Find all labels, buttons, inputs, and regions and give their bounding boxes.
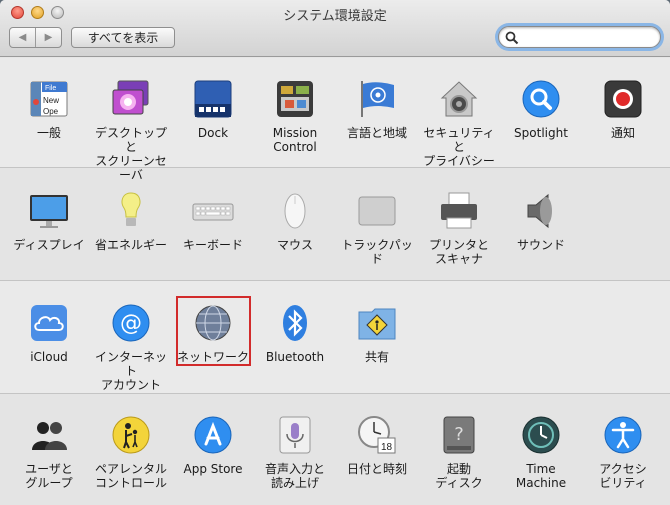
system-preferences-window: システム環境設定 ◀ ▶ すべてを表示 File New Ope 一般 デスクト… (0, 0, 670, 505)
svg-text:File: File (45, 85, 56, 92)
back-forward-control: ◀ ▶ (9, 27, 62, 48)
shared-folder-icon (356, 302, 398, 344)
pref-label: Dock (197, 126, 229, 140)
pref-desktop-screensaver[interactable]: デスクトップと スクリーンセーバ (90, 78, 172, 182)
search-field[interactable] (498, 26, 661, 48)
pref-label: インターネット アカウント (94, 350, 167, 392)
svg-text:18: 18 (381, 442, 393, 453)
pref-mouse[interactable]: マウス (254, 190, 336, 252)
pref-bluetooth[interactable]: Bluetooth (254, 302, 336, 364)
pref-label: サウンド (516, 238, 565, 252)
pref-icloud[interactable]: iCloud (8, 302, 90, 364)
pref-label: ユーザと グループ (25, 462, 73, 490)
pref-label: iCloud (30, 350, 68, 364)
pref-label: ディスプレイ (13, 238, 85, 252)
pref-trackpad[interactable]: トラックパッド (336, 190, 418, 266)
pref-label: 日付と時刻 (346, 462, 407, 476)
svg-text:?: ? (454, 424, 464, 445)
general-icon: File New Ope (28, 78, 70, 120)
printer-icon (438, 190, 480, 232)
hard-drive-icon: ? (438, 414, 480, 456)
pref-label: デスクトップと スクリーンセーバ (94, 126, 167, 182)
time-machine-icon (520, 414, 562, 456)
pref-label: 通知 (610, 126, 635, 140)
selected-highlight (176, 296, 251, 366)
pref-dock[interactable]: Dock (172, 78, 254, 140)
parental-icon (110, 414, 152, 456)
pref-spotlight[interactable]: Spotlight (500, 78, 582, 140)
pref-startup-disk[interactable]: ? 起動 ディスク (418, 414, 500, 490)
pref-mission-control[interactable]: Mission Control (254, 78, 336, 154)
pref-label: Bluetooth (265, 350, 325, 364)
svg-text:New: New (43, 96, 59, 105)
pref-general[interactable]: File New Ope 一般 (8, 78, 90, 140)
dock-icon (192, 78, 234, 120)
microphone-icon (274, 414, 316, 456)
pref-label: 省エネルギー (94, 238, 167, 252)
show-all-button[interactable]: すべてを表示 (71, 27, 175, 48)
window-title: システム環境設定 (283, 9, 387, 24)
clock-calendar-icon: 18 (356, 414, 398, 456)
magnifier-icon (520, 78, 562, 120)
pref-time-machine[interactable]: Time Machine (500, 414, 582, 490)
pref-language-region[interactable]: 言語と地域 (336, 78, 418, 140)
flag-icon (356, 78, 398, 120)
pref-label: Mission Control (272, 126, 318, 154)
pref-notifications[interactable]: 通知 (582, 78, 664, 140)
pref-label: Time Machine (515, 462, 567, 490)
notification-icon (602, 78, 644, 120)
pref-label: 音声入力と 読み上げ (264, 462, 325, 490)
speaker-icon (520, 190, 562, 232)
desktop-icon (110, 78, 152, 120)
pref-displays[interactable]: ディスプレイ (8, 190, 90, 252)
pref-label: キーボード (182, 238, 243, 252)
pref-energy-saver[interactable]: 省エネルギー (90, 190, 172, 252)
pref-app-store[interactable]: App Store (172, 414, 254, 476)
pref-label: トラックパッド (341, 238, 413, 266)
pref-label: プリンタと スキャナ (428, 238, 489, 266)
pref-parental-controls[interactable]: ペアレンタル コントロール (90, 414, 172, 490)
keyboard-icon (192, 190, 234, 232)
pref-security-privacy[interactable]: セキュリティと プライバシー (418, 78, 500, 168)
pref-label: 一般 (36, 126, 61, 140)
pref-label: セキュリティと プライバシー (423, 126, 495, 168)
pref-label: アクセシ ビリティ (599, 462, 647, 490)
at-icon: @ (110, 302, 152, 344)
back-button[interactable]: ◀ (10, 28, 36, 47)
lightbulb-icon (110, 190, 152, 232)
search-icon (505, 31, 519, 45)
pref-label: Spotlight (514, 126, 568, 140)
svg-text:@: @ (120, 311, 142, 336)
pref-date-time[interactable]: 18 日付と時刻 (336, 414, 418, 476)
pref-label: 言語と地域 (346, 126, 407, 140)
pref-sharing[interactable]: 共有 (336, 302, 418, 364)
pref-label: マウス (276, 238, 313, 252)
mission-control-icon (274, 78, 316, 120)
pref-printers-scanners[interactable]: プリンタと スキャナ (418, 190, 500, 266)
pref-internet-accounts[interactable]: @ インターネット アカウント (90, 302, 172, 392)
mouse-icon (274, 190, 316, 232)
svg-text:Ope: Ope (43, 107, 59, 116)
forward-button[interactable]: ▶ (36, 28, 61, 47)
display-icon (28, 190, 70, 232)
pref-sound[interactable]: サウンド (500, 190, 582, 252)
users-icon (28, 414, 70, 456)
pref-label: 共有 (364, 350, 389, 364)
pref-accessibility[interactable]: アクセシ ビリティ (582, 414, 664, 490)
bluetooth-icon (274, 302, 316, 344)
pref-users-groups[interactable]: ユーザと グループ (8, 414, 90, 490)
trackpad-icon (356, 190, 398, 232)
pref-label: App Store (183, 462, 243, 476)
cloud-icon (28, 302, 70, 344)
app-store-icon (192, 414, 234, 456)
pref-label: ペアレンタル コントロール (94, 462, 167, 490)
accessibility-icon (602, 414, 644, 456)
toolbar: システム環境設定 ◀ ▶ すべてを表示 (0, 0, 670, 57)
pref-label: 起動 ディスク (435, 462, 483, 490)
house-lock-icon (438, 78, 480, 120)
pref-dictation-speech[interactable]: 音声入力と 読み上げ (254, 414, 336, 490)
pref-keyboard[interactable]: キーボード (172, 190, 254, 252)
